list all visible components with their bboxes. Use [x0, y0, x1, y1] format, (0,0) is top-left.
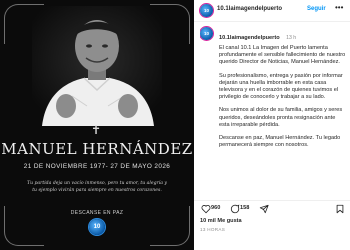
bookmark-icon[interactable]	[334, 203, 346, 215]
memorial-quote: Tu partida deja un vacío inmenso, pero t…	[18, 180, 176, 194]
avatar[interactable]: 10	[200, 4, 213, 17]
caption-paragraph: Nos unimos al dolor de su familia, amigo…	[219, 107, 343, 128]
likes-summary[interactable]: 10 mil Me gusta	[200, 218, 242, 224]
action-bar: 960 158 10 mil Me gusta 13 HORAS	[194, 200, 350, 250]
memorial-quote-line: Tu partida deja un vacío inmenso, pero t…	[27, 181, 167, 186]
caption-username[interactable]: 10.1laimagendelpuerto	[219, 35, 280, 41]
post-date: 13 HORAS	[200, 227, 226, 232]
memorial-quote-line: tu ejemplo vivirán para siempre en nuest…	[32, 188, 162, 193]
share-icon[interactable]	[258, 203, 270, 215]
post-sidebar: 10 10.1laimagendelpuerto Seguir ••• 10 1…	[194, 0, 350, 250]
caption-row: 10 10.1laimagendelpuerto 13 h El canal 1…	[200, 26, 346, 149]
follow-button[interactable]: Seguir	[307, 6, 326, 12]
header-username[interactable]: 10.1laimagendelpuerto	[217, 6, 282, 12]
caption-avatar[interactable]: 10	[200, 27, 213, 40]
caption-time: 13 h	[286, 35, 297, 41]
comment-count: 158	[240, 205, 250, 211]
like-count: 960	[211, 205, 221, 211]
memorial-rip: DESCANSE EN PAZ	[70, 210, 124, 216]
caption-paragraph: Descanse en paz, Manuel Hernández. Tu le…	[219, 135, 341, 149]
channel-logo: 10	[89, 219, 105, 235]
caption: 10 10.1laimagendelpuerto 13 h El canal 1…	[200, 26, 346, 196]
memorial-dates: 21 DE NOVIEMBRE 1977- 27 DE MAYO 2026	[23, 163, 171, 170]
memorial-name: MANUEL HERNÁNDEZ	[1, 140, 193, 158]
caption-paragraph: Su profesionalismo, entrega y pasión por…	[219, 72, 343, 101]
portrait-photo	[32, 6, 162, 126]
caption-paragraph: El canal 10.1 La Imagen del Puerto lamen…	[219, 45, 346, 66]
post-image[interactable]: ✝ MANUEL HERNÁNDEZ 21 DE NOVIEMBRE 1977-…	[0, 0, 194, 250]
more-icon[interactable]: •••	[335, 3, 343, 12]
post-header: 10 10.1laimagendelpuerto Seguir •••	[194, 0, 350, 22]
cross-icon: ✝	[91, 123, 102, 137]
